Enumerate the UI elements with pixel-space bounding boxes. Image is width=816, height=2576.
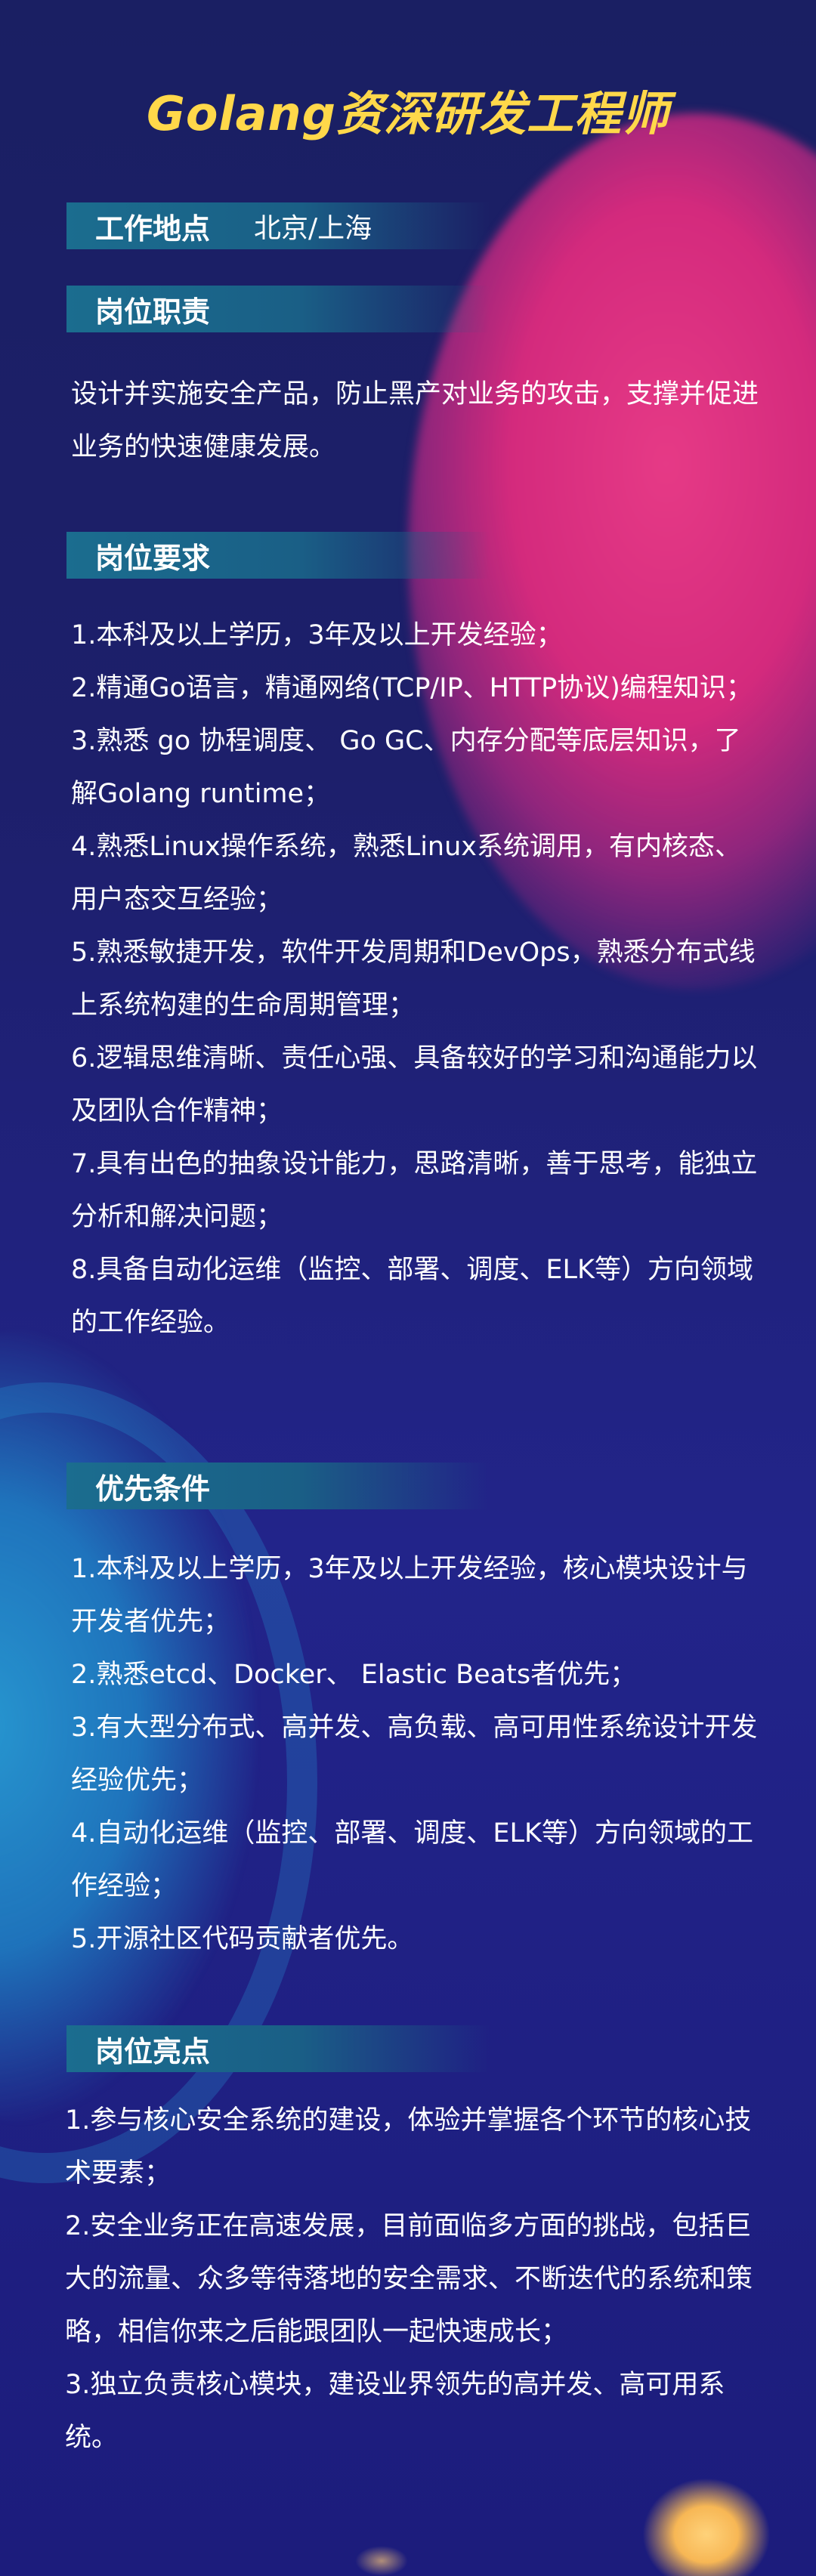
- list-item: 6.逻辑思维清晰、责任心强、具备较好的学习和沟通能力以及团队合作精神；: [71, 1043, 758, 1126]
- location-label: 工作地点: [95, 212, 211, 246]
- list-item: 1.本科及以上学历，3年及以上开发经验；: [71, 620, 563, 650]
- requirements-heading: 岗位要求: [95, 541, 211, 575]
- list-item: 2.熟悉etcd、Docker、 Elastic Beats者优先；: [71, 1660, 637, 1690]
- responsibilities-text: 设计并实施安全产品，防止黑产对业务的攻击，支撑并促进业务的快速健康发展。: [71, 379, 759, 462]
- preferred-heading: 优先条件: [95, 1472, 211, 1506]
- list-item: 8.具备自动化运维（监控、部署、调度、ELK等）方向领域的工作经验。: [71, 1255, 753, 1338]
- job-poster: Golang资深研发工程师 工作地点 北京/上海 岗位职责 设计并实施安全产品，…: [0, 0, 816, 2576]
- preferred-heading-bar: 优先条件: [66, 1463, 490, 1509]
- highlights-list: 1.参与核心安全系统的建设，体验并掌握各个环节的核心技术要素； 2.安全业务正在…: [65, 2094, 760, 2464]
- highlights-heading-bar: 岗位亮点: [66, 2025, 490, 2072]
- page-title: Golang资深研发工程师: [146, 86, 670, 141]
- requirements-list: 1.本科及以上学历，3年及以上开发经验； 2.精通Go语言，精通网络(TCP/I…: [71, 609, 766, 1349]
- list-item: 1.本科及以上学历，3年及以上开发经验，核心模块设计与开发者优先；: [71, 1554, 748, 1637]
- location-value: 北京/上海: [254, 213, 372, 244]
- responsibilities-heading-bar: 岗位职责: [66, 286, 490, 332]
- list-item: 5.熟悉敏捷开发，软件开发周期和DevOps，熟悉分布式线上系统构建的生命周期管…: [71, 937, 756, 1021]
- list-item: 3.独立负责核心模块，建设业界领先的高并发、高可用系统。: [65, 2370, 725, 2453]
- highlights-heading: 岗位亮点: [95, 2034, 211, 2068]
- gold-glow-decoration: [642, 2478, 771, 2576]
- list-item: 2.精通Go语言，精通网络(TCP/IP、HTTP协议)编程知识；: [71, 673, 753, 703]
- small-gold-glow-decoration: [355, 2546, 408, 2576]
- list-item: 2.安全业务正在高速发展，目前面临多方面的挑战，包括巨大的流量、众多等待落地的安…: [65, 2211, 753, 2347]
- responsibilities-text-block: 设计并实施安全产品，防止黑产对业务的攻击，支撑并促进业务的快速健康发展。: [71, 368, 766, 474]
- responsibilities-heading: 岗位职责: [95, 295, 211, 329]
- list-item: 1.参与核心安全系统的建设，体验并掌握各个环节的核心技术要素；: [65, 2105, 752, 2188]
- list-item: 3.有大型分布式、高并发、高负载、高可用性系统设计开发经验优先；: [71, 1713, 758, 1796]
- list-item: 4.熟悉Linux操作系统，熟悉Linux系统调用，有内核态、用户态交互经验；: [71, 832, 741, 915]
- list-item: 4.自动化运维（监控、部署、调度、ELK等）方向领域的工作经验；: [71, 1818, 753, 1901]
- list-item: 3.熟悉 go 协程调度、 Go GC、内存分配等底层知识，了解Golang r…: [71, 726, 741, 809]
- preferred-list: 1.本科及以上学历，3年及以上开发经验，核心模块设计与开发者优先； 2.熟悉et…: [71, 1543, 766, 1966]
- list-item: 7.具有出色的抽象设计能力，思路清晰，善于思考，能独立分析和解决问题；: [71, 1149, 758, 1232]
- requirements-heading-bar: 岗位要求: [66, 532, 490, 579]
- list-item: 5.开源社区代码贡献者优先。: [71, 1924, 414, 1954]
- location-bar: 工作地点 北京/上海: [66, 202, 490, 249]
